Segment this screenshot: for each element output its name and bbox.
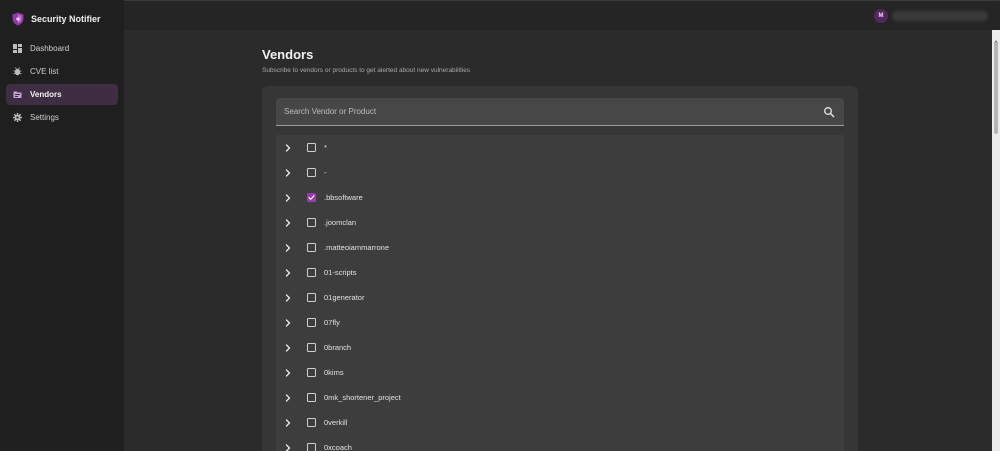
- vendor-name: 0kims: [324, 368, 344, 377]
- chevron-right-icon[interactable]: [284, 368, 292, 377]
- main-content: Vendors Subscribe to vendors or products…: [124, 30, 992, 451]
- dashboard-icon: [13, 44, 22, 53]
- user-name-redacted: [892, 11, 988, 21]
- chevron-right-icon[interactable]: [284, 218, 292, 227]
- chevron-right-icon[interactable]: [284, 443, 292, 451]
- list-item[interactable]: 01generator: [276, 285, 844, 310]
- list-item[interactable]: -: [276, 160, 844, 185]
- list-item[interactable]: .matteoiammarrone: [276, 235, 844, 260]
- bug-icon: [13, 67, 22, 76]
- vendor-name: -: [324, 168, 327, 177]
- app-title: Security Notifier: [31, 14, 101, 24]
- list-item[interactable]: 0xcoach: [276, 435, 844, 451]
- sidebar-item-vendors[interactable]: Vendors: [6, 84, 118, 105]
- vendor-checkbox[interactable]: [307, 443, 316, 451]
- sidebar-item-settings[interactable]: Settings: [6, 107, 118, 128]
- vendor-checkbox[interactable]: [307, 268, 316, 277]
- brand[interactable]: Security Notifier: [0, 0, 124, 38]
- vendor-checkbox[interactable]: [307, 418, 316, 427]
- vendor-name: 0mk_shortener_project: [324, 393, 401, 402]
- chevron-right-icon[interactable]: [284, 318, 292, 327]
- scroll-up-arrow-icon[interactable]: [993, 32, 999, 44]
- vendors-card: * - .bbsoftware .joomclan .matteoiammarrone 0…: [262, 86, 858, 451]
- vendor-checkbox[interactable]: [307, 143, 316, 152]
- vendor-name: .joomclan: [324, 218, 357, 227]
- list-item[interactable]: 01-scripts: [276, 260, 844, 285]
- list-item[interactable]: .bbsoftware: [276, 185, 844, 210]
- vendor-name: .bbsoftware: [324, 193, 363, 202]
- list-item[interactable]: 0kims: [276, 360, 844, 385]
- vendor-checkbox[interactable]: [307, 368, 316, 377]
- page-scrollbar[interactable]: [992, 30, 1000, 451]
- sidebar-item-label: Vendors: [30, 90, 62, 99]
- vendor-name: *: [324, 143, 327, 152]
- page-header: Vendors Subscribe to vendors or products…: [262, 47, 470, 74]
- chevron-right-icon[interactable]: [284, 418, 292, 427]
- sidebar-item-dashboard[interactable]: Dashboard: [6, 38, 118, 59]
- list-item[interactable]: 0mk_shortener_project: [276, 385, 844, 410]
- page-title: Vendors: [262, 47, 314, 62]
- list-item[interactable]: 0branch: [276, 335, 844, 360]
- chevron-right-icon[interactable]: [284, 143, 292, 152]
- vendor-checkbox[interactable]: [307, 343, 316, 352]
- vendor-checkbox[interactable]: [307, 193, 316, 202]
- page-subtitle: Subscribe to vendors or products to get …: [262, 67, 471, 74]
- list-item[interactable]: 07fly: [276, 310, 844, 335]
- scrollbar-thumb[interactable]: [994, 42, 998, 134]
- vendor-checkbox[interactable]: [307, 243, 316, 252]
- chevron-right-icon[interactable]: [284, 268, 292, 277]
- gear-icon: [13, 113, 22, 122]
- shield-logo-icon: [12, 12, 24, 26]
- check-icon: [308, 195, 315, 200]
- search-input[interactable]: [276, 98, 823, 125]
- vendor-name: 01-scripts: [324, 268, 357, 277]
- vendor-checkbox[interactable]: [307, 393, 316, 402]
- vendor-name: 0branch: [324, 343, 352, 352]
- sidebar-item-label: Settings: [30, 113, 59, 122]
- sidebar-item-cve-list[interactable]: CVE list: [6, 61, 118, 82]
- chevron-right-icon[interactable]: [284, 293, 292, 302]
- chevron-right-icon[interactable]: [284, 343, 292, 352]
- sidebar-item-label: CVE list: [30, 67, 59, 76]
- vendor-name: 07fly: [324, 318, 340, 327]
- vendor-name: 01generator: [324, 293, 365, 302]
- sidebar: Security Notifier Dashboard CVE list Ven…: [0, 0, 124, 451]
- sidebar-item-label: Dashboard: [30, 44, 70, 53]
- vendor-name: .matteoiammarrone: [324, 243, 390, 252]
- vendor-checkbox[interactable]: [307, 168, 316, 177]
- top-bar: M: [124, 0, 1000, 30]
- search-bar: [276, 98, 844, 126]
- vendor-name: 0verkill: [324, 418, 348, 427]
- chevron-right-icon[interactable]: [284, 193, 292, 202]
- vendor-checkbox[interactable]: [307, 318, 316, 327]
- vendor-name: 0xcoach: [324, 443, 352, 451]
- list-item[interactable]: *: [276, 135, 844, 160]
- search-icon[interactable]: [823, 106, 835, 118]
- sidebar-nav: Dashboard CVE list Vendors Settings: [0, 38, 124, 128]
- list-item[interactable]: 0verkill: [276, 410, 844, 435]
- avatar[interactable]: M: [874, 9, 888, 23]
- chevron-right-icon[interactable]: [284, 393, 292, 402]
- chevron-right-icon[interactable]: [284, 168, 292, 177]
- vendor-list: * - .bbsoftware .joomclan .matteoiammarrone 0…: [276, 135, 844, 451]
- folder-icon: [13, 90, 22, 99]
- vendor-checkbox[interactable]: [307, 293, 316, 302]
- list-item[interactable]: .joomclan: [276, 210, 844, 235]
- chevron-right-icon[interactable]: [284, 243, 292, 252]
- vendor-checkbox[interactable]: [307, 218, 316, 227]
